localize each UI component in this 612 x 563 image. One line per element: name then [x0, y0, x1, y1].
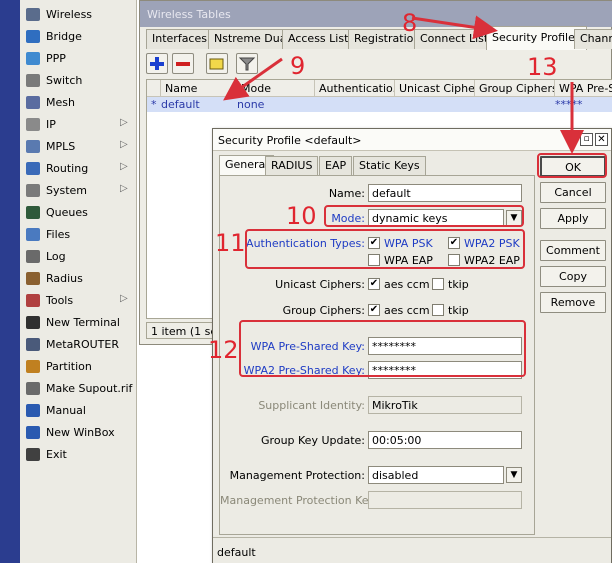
arrow-9 — [223, 57, 283, 101]
annotation-arrows — [223, 15, 584, 154]
arrow-8 — [411, 15, 498, 40]
